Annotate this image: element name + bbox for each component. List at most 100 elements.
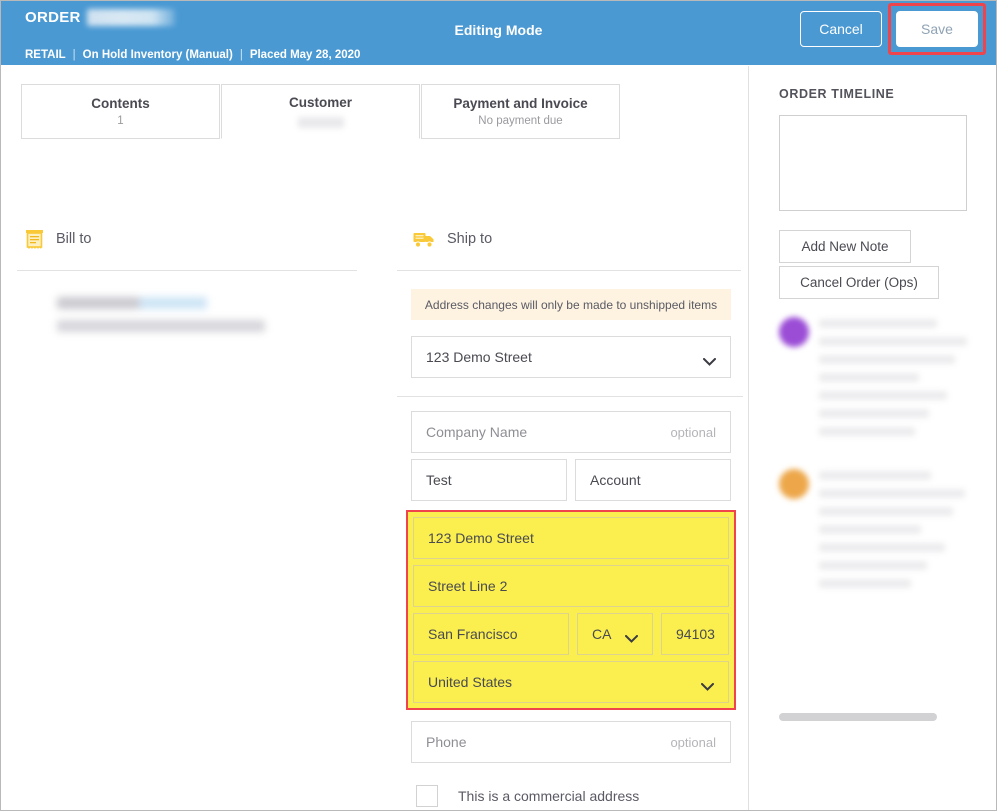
tab-payment-label: Payment and Invoice — [453, 96, 588, 111]
tab-customer-label: Customer — [288, 95, 352, 110]
street-line-2-input[interactable]: Street Line 2 — [413, 565, 729, 607]
address-change-notice: Address changes will only be made to uns… — [411, 289, 731, 320]
phone-optional-label: optional — [670, 734, 716, 750]
state-select[interactable]: CA — [577, 613, 653, 655]
ship-to-title: Ship to — [447, 231, 493, 247]
saved-address-value: 123 Demo Street — [426, 349, 532, 365]
commercial-address-label: This is a commercial address — [458, 788, 640, 804]
timeline-line — [819, 319, 937, 328]
order-tabs: Contents 1 Customer Payment and Invoice … — [21, 84, 621, 139]
app-header: ORDER RETAIL | On Hold Inventory (Manual… — [1, 1, 996, 65]
street-line-1-value: 123 Demo Street — [428, 530, 534, 546]
save-button[interactable]: Save — [896, 11, 978, 47]
street-line-2-value: Street Line 2 — [428, 578, 508, 594]
timeline-entry — [779, 469, 995, 597]
tab-payment-status: No payment due — [478, 115, 563, 127]
bill-to-line-1 — [57, 297, 207, 309]
first-name-value: Test — [426, 472, 452, 488]
order-timeline-title: ORDER TIMELINE — [779, 87, 895, 101]
timeline-line — [819, 391, 947, 400]
tab-contents-count: 1 — [117, 115, 124, 127]
chevron-down-icon — [703, 353, 716, 366]
timeline-entry-content-redacted — [819, 469, 995, 597]
timeline-line — [819, 337, 967, 346]
saved-address-select[interactable]: 123 Demo Street — [411, 336, 731, 378]
truck-icon — [413, 230, 435, 249]
ship-to-section: Ship to Address changes will only be mad… — [397, 221, 747, 807]
timeline-line — [819, 489, 965, 498]
bill-to-section: Bill to — [9, 221, 357, 343]
last-name-input[interactable]: Account — [575, 459, 731, 501]
cancel-order-ops-button[interactable]: Cancel Order (Ops) — [779, 266, 939, 299]
city-input[interactable]: San Francisco — [413, 613, 569, 655]
company-optional-label: optional — [670, 424, 716, 440]
country-value: United States — [428, 674, 513, 690]
tab-contents[interactable]: Contents 1 — [21, 84, 220, 139]
city-value: San Francisco — [428, 626, 518, 642]
header-actions: Cancel Save — [800, 3, 986, 55]
meta-separator-2: | — [239, 49, 243, 61]
zip-input[interactable]: 94103 — [661, 613, 729, 655]
tab-customer[interactable]: Customer — [221, 84, 420, 139]
chevron-down-icon — [701, 678, 714, 691]
timeline-line — [819, 579, 911, 588]
timeline-entry-content-redacted — [819, 317, 995, 445]
order-placed-date: Placed May 28, 2020 — [249, 49, 361, 61]
company-name-placeholder: Company Name — [426, 424, 528, 440]
ship-to-divider — [397, 270, 741, 271]
receipt-icon — [25, 229, 44, 250]
order-identifier: ORDER — [25, 9, 175, 26]
bill-to-line-2 — [57, 320, 265, 332]
save-button-wrapper: Save — [888, 3, 986, 55]
highlighted-address-fields: 123 Demo Street Street Line 2 San Franci… — [406, 510, 736, 710]
order-channel: RETAIL — [25, 49, 66, 61]
street-line-1-input[interactable]: 123 Demo Street — [413, 517, 729, 559]
tab-payment-and-invoice[interactable]: Payment and Invoice No payment due — [421, 84, 620, 139]
tab-customer-sub-redacted — [297, 117, 344, 128]
meta-separator-1: | — [72, 49, 76, 61]
ship-to-header: Ship to — [397, 221, 747, 257]
order-label: ORDER — [25, 9, 81, 26]
country-select[interactable]: United States — [413, 661, 729, 703]
commercial-address-row: This is a commercial address — [411, 785, 747, 807]
timeline-line — [819, 409, 929, 418]
new-note-textarea[interactable] — [779, 115, 967, 211]
first-name-input[interactable]: Test — [411, 459, 567, 501]
sidebar-divider — [748, 66, 749, 810]
avatar — [779, 317, 809, 347]
bill-to-divider — [17, 270, 357, 271]
zip-value: 94103 — [676, 626, 715, 642]
tab-contents-label: Contents — [91, 96, 150, 111]
commercial-address-checkbox[interactable] — [416, 785, 438, 807]
bill-to-header: Bill to — [9, 221, 357, 257]
name-row: Test Account — [411, 459, 747, 501]
chevron-down-icon — [625, 630, 638, 643]
city-state-zip-row: San Francisco CA 94103 — [413, 613, 729, 655]
phone-input[interactable]: Phone optional — [411, 721, 731, 763]
order-meta: RETAIL | On Hold Inventory (Manual) | Pl… — [25, 49, 367, 61]
add-new-note-button[interactable]: Add New Note — [779, 230, 911, 263]
timeline-line — [819, 507, 953, 516]
timeline-line — [819, 561, 927, 570]
timeline-line — [819, 543, 945, 552]
name-group: Company Name optional Test Account — [411, 411, 747, 501]
cancel-button[interactable]: Cancel — [800, 11, 882, 47]
form-divider — [397, 396, 743, 397]
timeline-line — [819, 427, 915, 436]
timeline-line — [819, 355, 955, 364]
avatar — [779, 469, 809, 499]
order-editing-window: ORDER RETAIL | On Hold Inventory (Manual… — [0, 0, 997, 811]
order-status: On Hold Inventory (Manual) — [82, 49, 233, 61]
timeline-line — [819, 471, 931, 480]
timeline-entry — [779, 317, 995, 445]
phone-placeholder: Phone — [426, 734, 467, 750]
company-name-input[interactable]: Company Name optional — [411, 411, 731, 453]
timeline-line — [819, 525, 921, 534]
shipping-address-form: Address changes will only be made to uns… — [397, 289, 747, 807]
horizontal-scrollbar[interactable] — [779, 713, 937, 721]
state-value: CA — [592, 626, 612, 642]
timeline-line — [819, 373, 919, 382]
order-timeline-panel: ORDER TIMELINE Add New Note Cancel Order… — [763, 87, 995, 597]
bill-to-title: Bill to — [56, 231, 92, 247]
last-name-value: Account — [590, 472, 641, 488]
